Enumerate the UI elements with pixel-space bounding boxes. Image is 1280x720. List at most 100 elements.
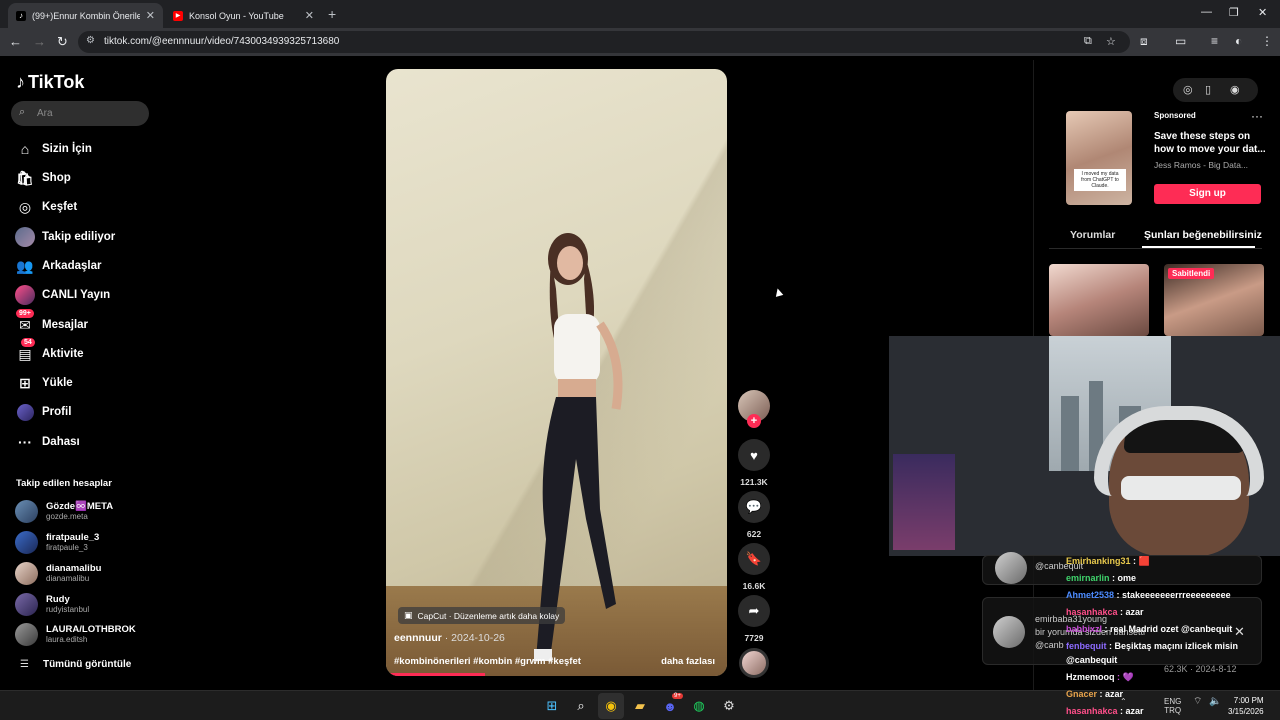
- chrome-icon[interactable]: ◉: [603, 698, 619, 714]
- follow-plus-icon[interactable]: +: [747, 414, 761, 428]
- nav-live[interactable]: CANLI Yayın: [15, 284, 110, 306]
- ad-thumbnail[interactable]: I moved my data from ChatGPT to Claude.: [1066, 111, 1132, 205]
- address-bar[interactable]: ⚙ tiktok.com/@eennnuur/video/74300349393…: [78, 31, 1130, 53]
- spotify-icon[interactable]: ◍: [691, 698, 707, 714]
- chat-message: hasanhakca : azar: [1066, 706, 1144, 716]
- new-tab-icon[interactable]: +: [328, 6, 336, 22]
- extensions-icon[interactable]: ⧈: [1140, 34, 1148, 49]
- windows-start-icon[interactable]: ⊞: [544, 698, 560, 714]
- share-icon[interactable]: ➦: [738, 595, 770, 627]
- close-tab-icon[interactable]: ✕: [305, 9, 314, 22]
- video-author-line[interactable]: eennnuur · 2024-10-26: [394, 632, 505, 644]
- nav-shop[interactable]: 🛍 Shop: [15, 167, 71, 189]
- nav-more[interactable]: ··· Dahası: [15, 431, 80, 453]
- ad-title[interactable]: Save these steps on how to move your dat…: [1154, 130, 1266, 156]
- video-subject: [534, 233, 623, 661]
- following-account[interactable]: Gözde♾️META gozde.meta: [15, 499, 113, 523]
- forward-icon[interactable]: →: [33, 34, 46, 49]
- capcut-label[interactable]: ▣ CapCut · Düzenleme artık daha kolay: [398, 607, 566, 624]
- search-input[interactable]: ⌕ Ara: [11, 101, 149, 126]
- site-info-icon[interactable]: ⚙: [86, 35, 95, 46]
- close-window-icon[interactable]: ✕: [1258, 6, 1267, 19]
- tab-you-may-like[interactable]: Şunları beğenebilirsiniz: [1144, 229, 1262, 241]
- following-account[interactable]: Rudy rudyistanbul: [15, 592, 89, 616]
- wifi-icon[interactable]: ⌔: [1193, 697, 1202, 707]
- volume-icon[interactable]: 🔈: [1209, 697, 1221, 707]
- video-progress-bar[interactable]: [386, 673, 485, 676]
- ad-more-icon[interactable]: ···: [1251, 109, 1263, 123]
- nav-explore[interactable]: ◎ Keşfet: [15, 196, 77, 218]
- chat-text: : azar: [1097, 689, 1124, 699]
- ad-thumbnail-caption: I moved my data from ChatGPT to Claude.: [1074, 169, 1126, 191]
- profile-avatar-icon[interactable]: ◐: [1235, 34, 1242, 48]
- install-app-icon[interactable]: ⧉: [1084, 35, 1092, 48]
- close-icon[interactable]: ✕: [1234, 624, 1245, 640]
- video-player[interactable]: ▣ CapCut · Düzenleme artık daha kolay ee…: [386, 69, 727, 676]
- restore-icon[interactable]: ❐: [1229, 6, 1239, 19]
- browser-toolbar: ← → ↻ ⚙ tiktok.com/@eennnuur/video/74300…: [0, 28, 1280, 56]
- chat-message: emirnarlin : ome: [1066, 573, 1136, 583]
- steam-icon[interactable]: ⚙: [721, 698, 737, 714]
- video-hashtags[interactable]: #kombinönerileri #kombin #grwm #keşfet: [394, 656, 581, 667]
- chat-user: Gnacer: [1066, 689, 1098, 699]
- nav-friends[interactable]: 👥 Arkadaşlar: [15, 255, 101, 277]
- tab-youtube[interactable]: ▶ Konsol Oyun - YouTube ✕: [165, 3, 322, 28]
- language-indicator[interactable]: ENG TRQ: [1164, 697, 1181, 715]
- nav-profile[interactable]: Profil: [15, 401, 71, 423]
- more-icon: ···: [18, 434, 32, 450]
- nav-messages[interactable]: ✉ 99+ Mesajlar: [15, 309, 88, 336]
- tab-comments[interactable]: Yorumlar: [1070, 229, 1115, 241]
- system-clock[interactable]: 7:00 PM 3/15/2026: [1228, 695, 1264, 717]
- bookmark-icon[interactable]: 🔖: [738, 543, 770, 575]
- reload-icon[interactable]: ↻: [57, 34, 68, 50]
- comment-icon[interactable]: 💬: [738, 491, 770, 523]
- share-action[interactable]: ➦ 7729: [738, 595, 770, 643]
- save-action[interactable]: 🔖 16.6K: [738, 543, 770, 591]
- tiktok-icon: ♪: [16, 10, 26, 21]
- back-icon[interactable]: ←: [9, 34, 22, 49]
- close-tab-icon[interactable]: ✕: [146, 9, 155, 22]
- nav-upload[interactable]: ⊞ Yükle: [15, 372, 73, 394]
- suggested-video-thumb[interactable]: [1049, 264, 1149, 336]
- video-date: · 2024-10-26: [441, 632, 505, 644]
- following-account[interactable]: LAURA/LOTHBROK laura.editsh: [15, 622, 136, 646]
- tab-tiktok[interactable]: ♪ (99+)Ennur Kombin Önerileri ve ✕: [8, 3, 163, 28]
- search-placeholder: Ara: [37, 108, 53, 119]
- nav-following[interactable]: Takip ediliyor: [15, 226, 115, 248]
- nav-label: Yükle: [42, 377, 73, 389]
- sidepanel-icon[interactable]: ▭: [1175, 34, 1186, 48]
- nav-for-you[interactable]: ⌂ Sizin İçin: [15, 138, 92, 160]
- account-handle: firatpaule_3: [46, 543, 88, 552]
- discord-icon[interactable]: ☻: [662, 698, 678, 714]
- file-explorer-icon[interactable]: ▰: [632, 698, 648, 714]
- nav-label: Sizin İçin: [42, 143, 92, 155]
- phone-icon[interactable]: ▯: [1205, 83, 1211, 96]
- music-disc[interactable]: [739, 648, 769, 678]
- following-account[interactable]: firatpaule_3 firatpaule_3: [15, 530, 99, 554]
- video-author[interactable]: eennnuur: [394, 632, 442, 644]
- search-icon[interactable]: ⌕: [573, 698, 589, 714]
- see-more-button[interactable]: daha fazlası: [661, 656, 715, 667]
- like-action[interactable]: ♥ 121.3K: [738, 439, 770, 487]
- comment-action[interactable]: 💬 622: [738, 491, 770, 539]
- menu-kebab-icon[interactable]: ⋮: [1261, 34, 1273, 48]
- heart-icon[interactable]: ♥: [738, 439, 770, 471]
- tiktok-logo[interactable]: ♪ TikTok: [16, 72, 84, 93]
- nav-label: CANLI Yayın: [42, 289, 111, 301]
- profile-avatar-icon[interactable]: ◉: [1230, 83, 1240, 96]
- bookmark-star-icon[interactable]: ☆: [1106, 35, 1116, 48]
- right-panel-controls: ◎ ▯ ◉: [1173, 78, 1258, 102]
- media-controls-icon[interactable]: ≡: [1211, 34, 1218, 48]
- see-all-following[interactable]: ☰ Tümünü görüntüle: [20, 659, 131, 670]
- suggested-video-thumb[interactable]: Sabitlendi: [1164, 264, 1264, 336]
- nav-label: Takip ediliyor: [42, 231, 116, 243]
- account-handle: gozde.meta: [46, 512, 88, 521]
- following-account[interactable]: dianamalibu dianamalibu: [15, 561, 101, 585]
- chat-user: Hzmemooq: [1066, 672, 1115, 682]
- sign-up-button[interactable]: Sign up: [1154, 184, 1261, 204]
- url-text[interactable]: tiktok.com/@eennnuur/video/7430034939325…: [104, 36, 339, 47]
- nav-activity[interactable]: ▤ 54 Aktivite: [15, 338, 84, 365]
- minimize-icon[interactable]: —: [1201, 6, 1212, 18]
- compass-icon[interactable]: ◎: [1183, 83, 1193, 96]
- compass-icon: ◎: [18, 198, 32, 215]
